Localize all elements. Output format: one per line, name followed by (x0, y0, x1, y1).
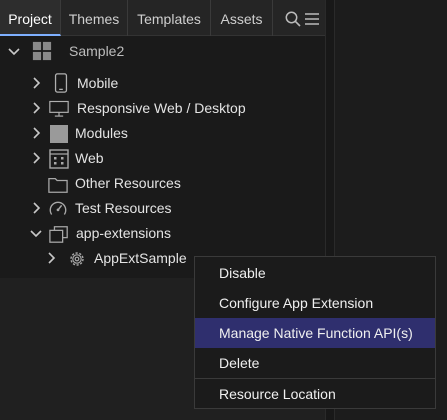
tree-item-mobile[interactable]: Mobile (0, 71, 325, 96)
chevron-down-icon[interactable] (7, 45, 21, 59)
tab-templates[interactable]: Templates (128, 0, 211, 36)
chevron-right-icon[interactable] (30, 151, 44, 165)
chevron-right-icon[interactable] (30, 126, 44, 140)
folder-icon (48, 178, 68, 193)
tree-item-web[interactable]: Web (0, 146, 325, 171)
chevron-right-icon[interactable] (45, 251, 59, 265)
monitor-icon (49, 100, 69, 117)
tree-item-app-extensions[interactable]: app-extensions (0, 221, 325, 246)
chevron-right-icon[interactable] (30, 201, 44, 215)
tree-item-label: AppExtSample (94, 250, 187, 266)
tree-item-test-resources[interactable]: Test Resources (0, 196, 325, 221)
tree-item-label: Modules (75, 125, 128, 141)
tree-item-label: Mobile (77, 75, 119, 91)
tab-themes[interactable]: Themes (61, 0, 128, 36)
chevron-right-icon[interactable] (30, 101, 44, 115)
tree-item-responsive-web[interactable]: Responsive Web / Desktop (0, 96, 325, 121)
mobile-icon (54, 73, 68, 93)
tab-assets[interactable]: Assets (211, 0, 273, 36)
project-name: Sample2 (69, 43, 125, 59)
speedometer-icon (49, 201, 67, 215)
module-icon (50, 125, 68, 143)
menu-item-disable[interactable]: Disable (195, 258, 435, 288)
tree-item-other-resources[interactable]: Other Resources (0, 171, 325, 196)
web-grid-icon (49, 149, 69, 169)
project-grid-icon (32, 41, 52, 61)
tab-project[interactable]: Project (0, 0, 61, 36)
menu-icon[interactable] (304, 11, 320, 27)
tree-item-label: Responsive Web / Desktop (77, 100, 246, 116)
chevron-right-icon[interactable] (30, 76, 44, 90)
context-menu: Disable Configure App Extension Manage N… (194, 256, 436, 409)
chevron-down-icon[interactable] (29, 227, 43, 241)
tab-bar-tools (284, 10, 324, 28)
tree-item-label: Web (75, 150, 104, 166)
search-icon[interactable] (284, 10, 302, 28)
gear-icon (70, 252, 84, 266)
menu-item-delete[interactable]: Delete (195, 348, 435, 378)
menu-item-configure-app-extension[interactable]: Configure App Extension (195, 288, 435, 318)
tree-item-label: app-extensions (76, 225, 171, 241)
tree-item-label: Other Resources (75, 175, 181, 191)
menu-item-resource-location[interactable]: Resource Location (195, 379, 435, 409)
extension-icon (49, 226, 68, 243)
tree-item-label: Test Resources (75, 200, 172, 216)
menu-item-manage-native-function-apis[interactable]: Manage Native Function API(s) (195, 318, 435, 348)
tree-root-sample2[interactable]: Sample2 (0, 39, 325, 64)
tab-bar: Project Themes Templates Assets (0, 0, 325, 36)
tree-item-modules[interactable]: Modules (0, 121, 325, 146)
